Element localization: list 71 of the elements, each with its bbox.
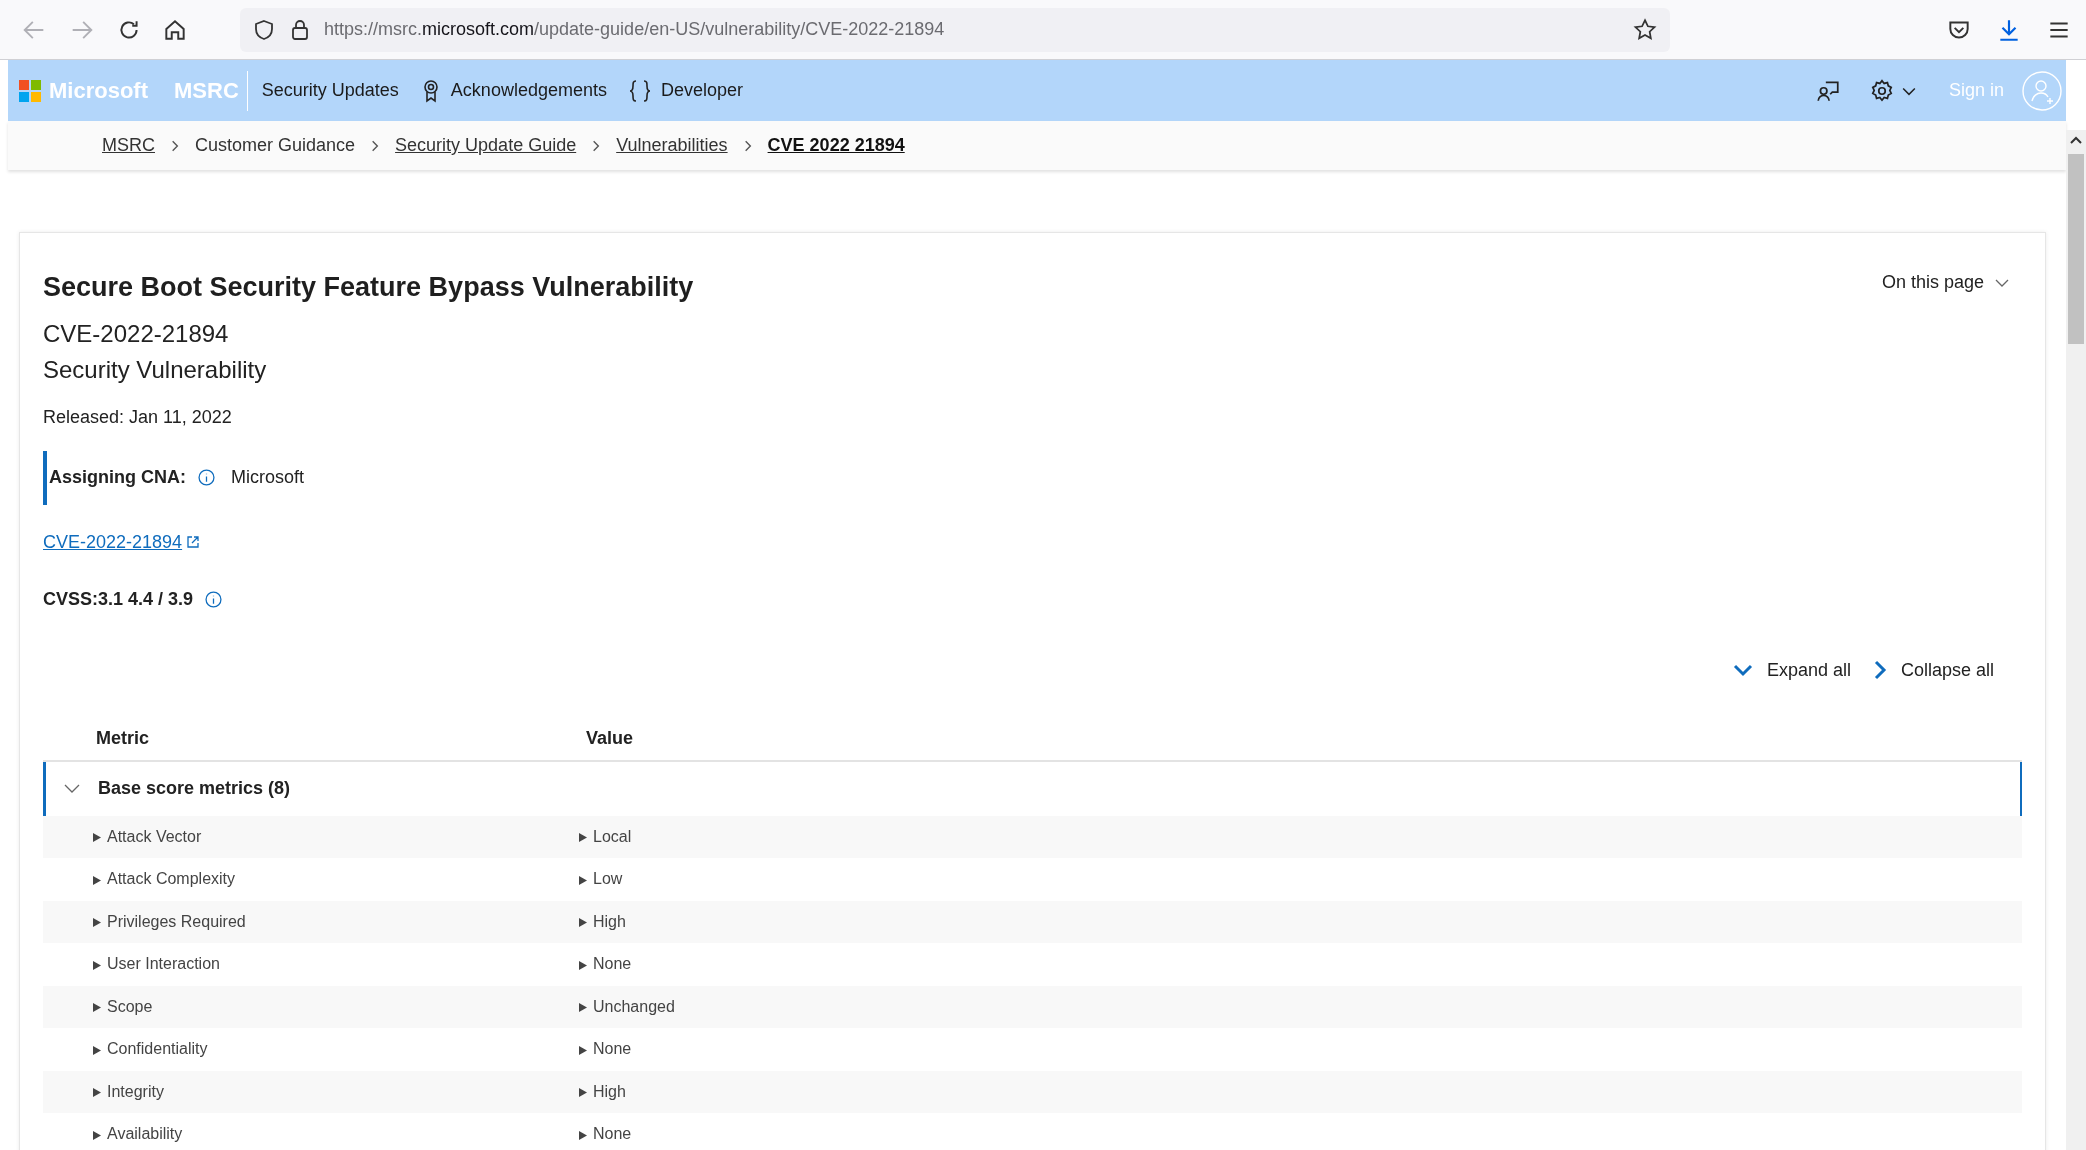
collapse-all-button[interactable]: Collapse all [1872,656,1994,684]
table-cell: None [579,1037,632,1062]
breadcrumb-link[interactable]: MSRC [102,132,155,159]
triangle-icon [93,1045,101,1055]
page-title: Secure Boot Security Feature Bypass Vulnerability [43,271,694,304]
chevron-down-icon [1732,663,1753,677]
table-cell: Attack Vector [43,824,579,849]
table-row[interactable]: Attack Vector Local [43,815,2022,858]
triangle-icon [579,960,587,970]
column-header: Value [586,727,634,750]
table-cell: Low [579,867,623,892]
column-header: Metric [95,727,150,750]
table-cell: Scope [43,994,579,1019]
release-date: Released: Jan 11, 2022 [43,405,233,429]
table-cell: Unchanged [579,994,675,1019]
breadcrumb-link[interactable]: Vulnerabilities [616,132,728,159]
table-cell: Attack Complexity [43,867,579,892]
external-link-icon [186,535,201,549]
assigning-cna-label: Assigning CNA: [49,466,186,489]
table-cell: User Interaction [43,952,579,977]
info-icon[interactable] [205,590,223,608]
table-row[interactable]: Privileges Required High [43,900,2022,943]
triangle-icon [579,875,587,885]
table-cell: Local [579,824,632,849]
triangle-icon [579,1003,587,1012]
table-row[interactable]: Scope Unchanged [43,985,2022,1028]
table-cell: High [579,909,626,934]
triangle-icon [93,833,101,842]
table-cell: Confidentiality [43,1037,579,1062]
breadcrumb-link[interactable]: CVE 2022 21894 [767,132,905,159]
triangle-icon [579,1130,587,1140]
nav-link[interactable]: Acknowledgements [420,77,607,104]
group-header[interactable]: Base score metrics (8) [43,761,2022,816]
triangle-icon [93,1003,101,1012]
shield-icon[interactable] [252,17,276,42]
triangle-icon [579,1045,587,1055]
expand-all-button[interactable]: Expand all [1732,656,1851,684]
on-this-page-dropdown[interactable]: On this page [1881,269,2010,296]
table-row[interactable]: Integrity High [43,1070,2022,1113]
url-text[interactable]: https://msrc.microsoft.com/update-guide/en-US/vulnerability/CVE-2022-21894 [324,16,945,43]
info-icon[interactable] [198,469,215,486]
triangle-icon [93,1088,101,1097]
cve-link[interactable]: CVE-2022-21894 [43,528,201,556]
table-cell: None [579,1122,632,1147]
table-cell: High [579,1079,626,1104]
address-bar[interactable]: https://msrc.microsoft.com/update-guide/en-US/vulnerability/CVE-2022-21894 [240,7,1670,52]
table-cell: Integrity [43,1079,579,1104]
cve-id: CVE-2022-21894 [43,318,230,349]
table-cell: Privileges Required [43,909,579,934]
page-subtitle: Security Vulnerability [43,354,268,385]
triangle-icon [579,918,587,927]
nav-link[interactable]: Security Updates [261,77,399,104]
nav-link[interactable]: Developer [628,77,743,104]
triangle-icon [93,1130,101,1140]
chevron-right-icon [1872,660,1887,680]
cvss-score: CVSS:3.1 4.4 / 3.9 [43,587,194,611]
table-cell: Availability [43,1122,579,1147]
table-cell: None [579,952,632,977]
triangle-icon [93,918,101,927]
star-icon[interactable] [1632,16,1658,43]
assigning-cna-value: Microsoft [231,466,304,489]
breadcrumb-text: Customer Guidance [195,134,356,157]
scrollbar-thumb[interactable] [2068,154,2084,344]
triangle-icon [579,1088,587,1097]
microsoft-logo-icon [19,79,41,102]
triangle-icon [579,833,587,842]
triangle-icon [93,960,101,970]
scrollbar[interactable] [2066,130,2086,1150]
triangle-icon [93,875,101,885]
breadcrumb-link[interactable]: Security Update Guide [395,132,577,159]
braces-icon [628,78,651,103]
